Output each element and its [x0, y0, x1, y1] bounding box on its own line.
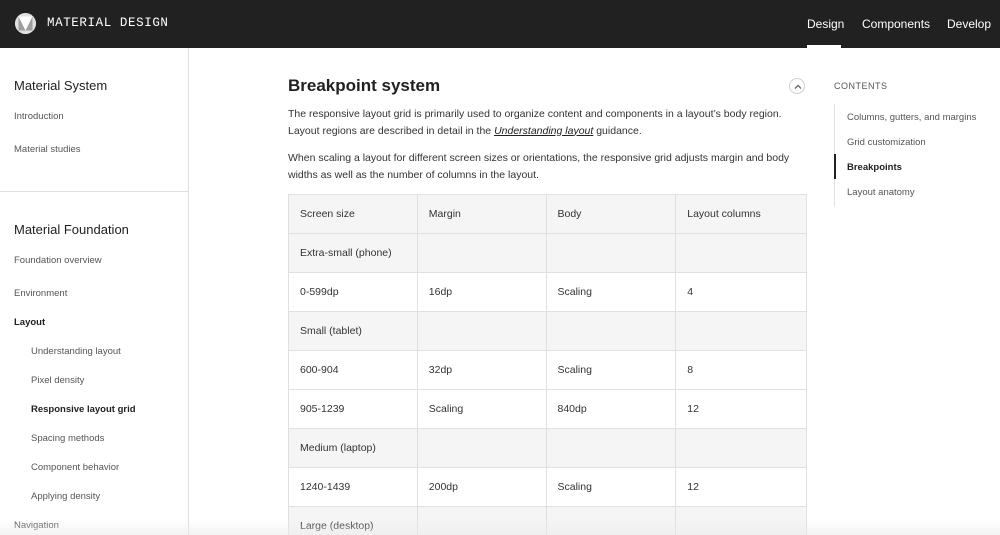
top-app-bar: MATERIAL DESIGN Design Components Develo…: [0, 0, 1000, 48]
breakpoint-table: Screen size Margin Body Layout columns E…: [288, 194, 807, 535]
table-cell: [416, 233, 547, 273]
sidebar-item-environment[interactable]: Environment: [14, 288, 67, 299]
table-cell: Medium (laptop): [288, 428, 418, 468]
table-cell: Scaling: [545, 467, 677, 507]
column-header-margin: Margin: [416, 194, 547, 234]
table-cell: 12: [675, 389, 807, 429]
table-cell: 4: [675, 272, 807, 312]
sidebar-item-layout[interactable]: Layout: [14, 317, 45, 328]
toc-heading: CONTENTS: [834, 81, 888, 91]
toc-item-columns-gutters-margins[interactable]: Columns, gutters, and margins: [847, 112, 976, 123]
table-cell: Extra-small (phone): [288, 233, 418, 273]
table-cell: 600-904: [288, 350, 418, 390]
sidebar-item-component-behavior[interactable]: Component behavior: [31, 462, 119, 473]
page-title: Breakpoint system: [288, 76, 441, 95]
table-cell: 32dp: [416, 350, 547, 390]
nav-develop[interactable]: Develop: [947, 17, 991, 31]
sidebar-item-applying-density[interactable]: Applying density: [31, 491, 100, 502]
table-row: 600-904 32dp Scaling 8: [288, 350, 807, 390]
table-row: 0-599dp 16dp Scaling 4: [288, 272, 807, 312]
nav-design[interactable]: Design: [807, 17, 844, 31]
column-header-layout-columns: Layout columns: [675, 194, 807, 234]
sidebar-section-material-foundation[interactable]: Material Foundation: [14, 222, 129, 237]
table-row: Medium (laptop): [288, 428, 807, 468]
chevron-up-icon: [794, 84, 802, 89]
sidebar-item-foundation-overview[interactable]: Foundation overview: [14, 255, 102, 266]
toc-active-indicator: [834, 154, 836, 179]
intro-text-end: guidance.: [593, 124, 642, 137]
table-cell: Scaling: [545, 350, 677, 390]
table-header-row: Screen size Margin Body Layout columns: [288, 194, 807, 234]
table-cell: [675, 428, 807, 468]
table-row: Small (tablet): [288, 311, 807, 351]
table-row: 1240-1439 200dp Scaling 12: [288, 467, 807, 507]
intro-paragraph: The responsive layout grid is primarily …: [288, 106, 808, 139]
table-row: 905-1239 Scaling 840dp 12: [288, 389, 807, 429]
table-cell: [545, 428, 677, 468]
sidebar-item-material-studies[interactable]: Material studies: [14, 144, 81, 155]
sidebar-item-pixel-density[interactable]: Pixel density: [31, 375, 84, 386]
sidebar-item-spacing-methods[interactable]: Spacing methods: [31, 433, 104, 444]
table-cell: [545, 233, 677, 273]
scaling-paragraph: When scaling a layout for different scre…: [288, 152, 790, 181]
table-cell: 8: [675, 350, 807, 390]
column-header-body: Body: [545, 194, 677, 234]
table-cell: Scaling: [416, 389, 547, 429]
sidebar-item-understanding-layout[interactable]: Understanding layout: [31, 346, 121, 357]
table-cell: 905-1239: [288, 389, 418, 429]
nav-components[interactable]: Components: [862, 17, 930, 31]
table-cell: Scaling: [545, 272, 677, 312]
table-of-contents: CONTENTS Columns, gutters, and margins G…: [834, 48, 1000, 535]
table-cell: [545, 506, 677, 535]
brand-title[interactable]: MATERIAL DESIGN: [47, 16, 169, 30]
table-row: Large (desktop): [288, 506, 807, 535]
left-sidebar: Material System Introduction Material st…: [0, 48, 189, 535]
sidebar-item-responsive-layout-grid[interactable]: Responsive layout grid: [31, 404, 136, 415]
table-cell: 16dp: [416, 272, 547, 312]
table-cell: [675, 506, 807, 535]
sidebar-section-material-system[interactable]: Material System: [14, 78, 107, 93]
table-cell: [416, 506, 547, 535]
collapse-section-button[interactable]: [789, 78, 805, 94]
understanding-layout-link[interactable]: Understanding layout: [494, 125, 593, 137]
table-cell: Small (tablet): [288, 311, 418, 351]
table-cell: Large (desktop): [288, 506, 418, 535]
table-cell: [416, 311, 547, 351]
sidebar-item-navigation[interactable]: Navigation: [14, 520, 59, 531]
table-cell: 200dp: [416, 467, 547, 507]
sidebar-item-introduction[interactable]: Introduction: [14, 111, 64, 122]
table-cell: 840dp: [545, 389, 677, 429]
toc-item-breakpoints[interactable]: Breakpoints: [847, 162, 902, 173]
table-cell: 1240-1439: [288, 467, 418, 507]
table-cell: [545, 311, 677, 351]
toc-item-grid-customization[interactable]: Grid customization: [847, 137, 926, 148]
table-cell: [675, 311, 807, 351]
toc-item-layout-anatomy[interactable]: Layout anatomy: [847, 187, 915, 198]
sidebar-divider: [0, 191, 189, 192]
main-content: Breakpoint system The responsive layout …: [288, 48, 808, 535]
table-row: Extra-small (phone): [288, 233, 807, 273]
table-cell: 12: [675, 467, 807, 507]
column-header-screen-size: Screen size: [288, 194, 418, 234]
table-cell: [675, 233, 807, 273]
table-cell: [416, 428, 547, 468]
table-cell: 0-599dp: [288, 272, 418, 312]
material-logo-icon[interactable]: [15, 13, 36, 34]
